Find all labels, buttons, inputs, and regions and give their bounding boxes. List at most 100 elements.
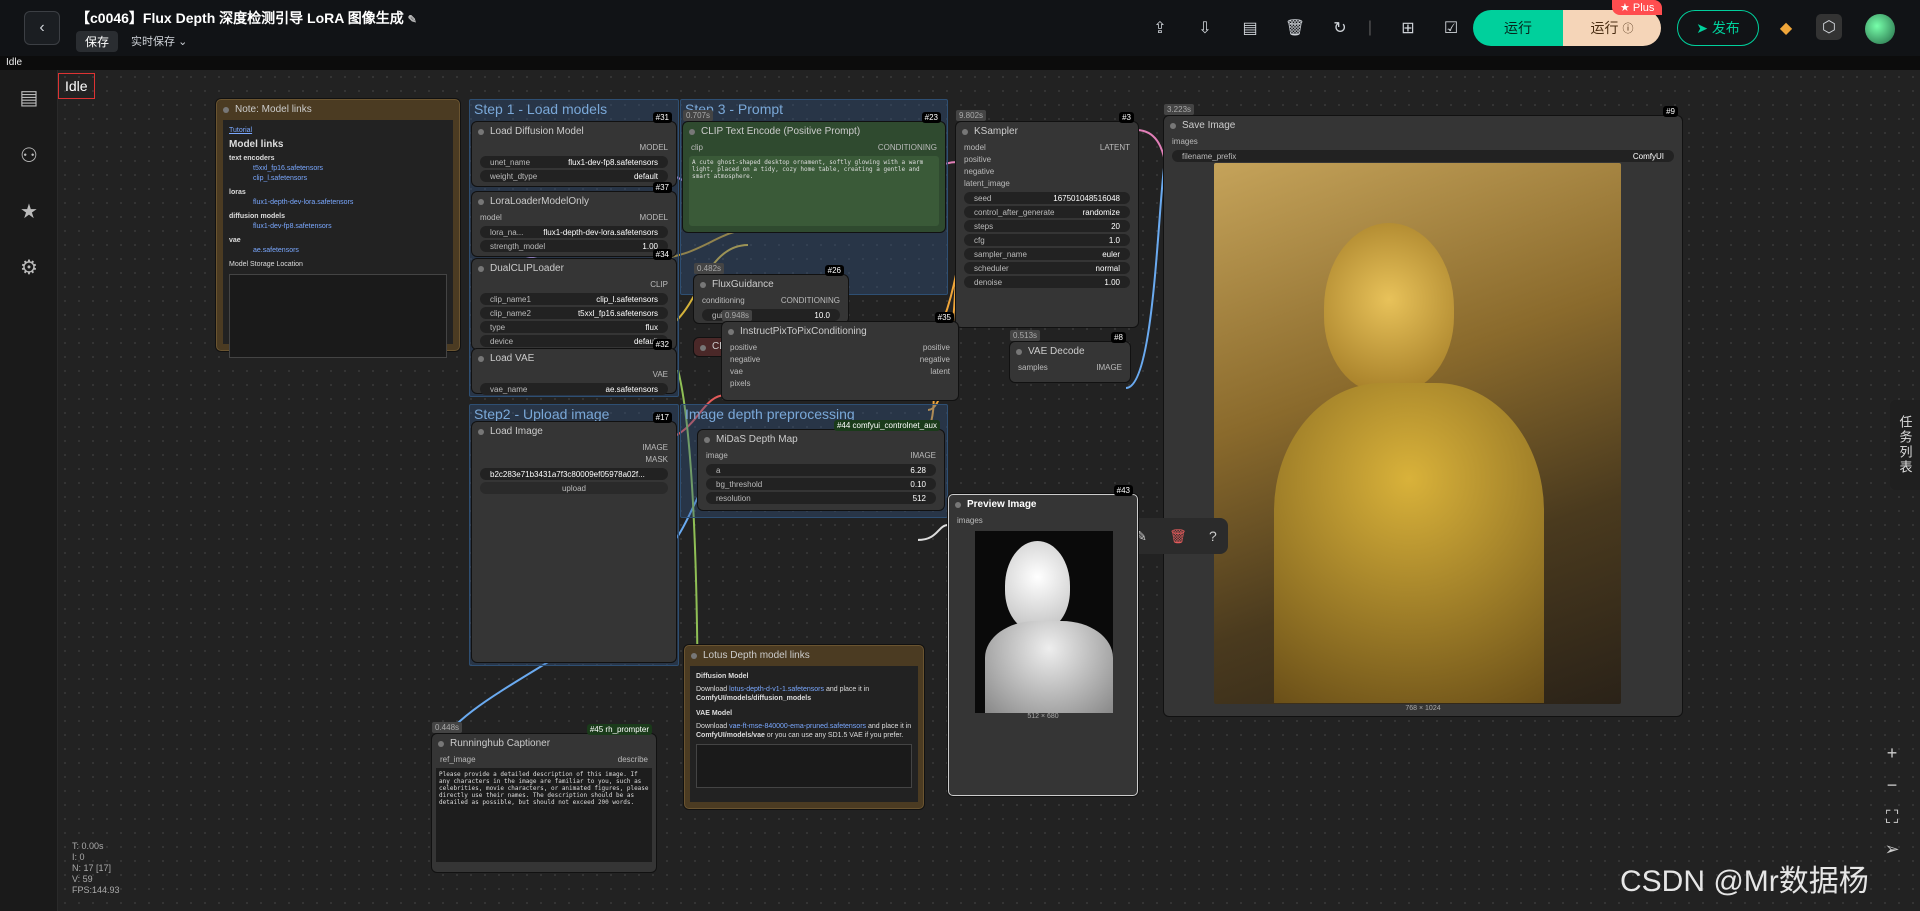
filename-prefix-widget[interactable]: filename_prefix ComfyUI: [1172, 150, 1674, 162]
load-diffusion-model-node[interactable]: #31 Load Diffusion Model MODEL unet_name…: [472, 112, 676, 186]
resolution-widget[interactable]: resolution 512: [706, 492, 936, 504]
run-plus-button[interactable]: 运行 ⓘ: [1563, 10, 1661, 46]
steps-widget[interactable]: steps 20: [964, 220, 1130, 232]
vae-name-widget[interactable]: vae_name ae.safetensors: [480, 383, 668, 395]
input-model[interactable]: model: [480, 212, 502, 224]
output-image[interactable]: IMAGE: [642, 442, 668, 454]
cfg-widget[interactable]: cfg 1.0: [964, 234, 1130, 246]
flux-guidance-node[interactable]: 0.482s #26 FluxGuidance conditioning COND…: [694, 263, 848, 323]
save-image-node[interactable]: 3.223s #9 Save Image images filename_pre…: [1164, 104, 1682, 716]
image-select-widget[interactable]: b2c283e71b3431a7f3c80009ef05978a02f...: [480, 468, 668, 480]
dual-clip-loader-node[interactable]: #34 DualCLIPLoader CLIP clip_name1 clip_l…: [472, 249, 676, 349]
input-conditioning[interactable]: conditioning: [702, 295, 745, 307]
depth-map-image[interactable]: [975, 531, 1113, 713]
ksampler-node[interactable]: 9.802s #3 KSampler model LATENT positive …: [956, 110, 1138, 327]
output-positive[interactable]: positive: [923, 342, 950, 354]
output-latent[interactable]: latent: [930, 366, 950, 378]
output-model[interactable]: MODEL: [640, 142, 668, 154]
output-model[interactable]: MODEL: [640, 212, 668, 224]
output-mask[interactable]: MASK: [645, 454, 668, 466]
grid-icon[interactable]: ⊞: [1398, 18, 1418, 38]
device-widget[interactable]: device default: [480, 335, 668, 347]
instruct-pix2pix-node[interactable]: 0.948s #35 InstructPixToPixConditioning …: [722, 310, 958, 400]
caption-textarea[interactable]: Please provide a detailed description of…: [436, 768, 652, 862]
generated-image[interactable]: [1214, 163, 1621, 704]
publish-button[interactable]: ➤ 发布: [1677, 10, 1759, 46]
lotus-model-link[interactable]: lotus-depth-d-v1-1.safetensors: [729, 686, 824, 693]
lora1-link[interactable]: flux1-depth-dev-lora.safetensors: [229, 198, 447, 208]
input-negative[interactable]: negative: [730, 354, 760, 366]
input-model[interactable]: model: [964, 142, 986, 154]
lotus-depth-note-node[interactable]: Lotus Depth model links Diffusion Model …: [684, 645, 924, 809]
output-image[interactable]: IMAGE: [910, 450, 936, 462]
runninghub-captioner-node[interactable]: 0.448s #45 rh_prompter Runninghub Captio…: [432, 722, 656, 872]
a-widget[interactable]: a 6.28: [706, 464, 936, 476]
bg-threshold-widget[interactable]: bg_threshold 0.10: [706, 478, 936, 490]
prompt-textarea[interactable]: A cute ghost-shaped desktop ornament, so…: [689, 156, 939, 226]
input-samples[interactable]: samples: [1018, 362, 1048, 374]
input-images[interactable]: images: [1172, 136, 1198, 148]
node-canvas[interactable]: Idle Step 1 - Load models Step 3 - Promp…: [58, 70, 1920, 911]
input-image[interactable]: image: [706, 450, 728, 462]
help-icon[interactable]: ?: [1209, 528, 1217, 544]
input-positive[interactable]: positive: [964, 154, 991, 166]
seed-widget[interactable]: seed 167501048516048: [964, 192, 1130, 204]
scheduler-widget[interactable]: scheduler normal: [964, 262, 1130, 274]
document-icon[interactable]: ▤: [17, 86, 41, 110]
back-button[interactable]: ‹: [24, 11, 60, 45]
te1-link[interactable]: t5xxl_fp16.safetensors: [229, 164, 447, 174]
diamond-icon[interactable]: ◆: [1776, 18, 1796, 38]
output-image[interactable]: IMAGE: [1096, 362, 1122, 374]
input-latent-image[interactable]: latent_image: [964, 178, 1010, 190]
input-positive[interactable]: positive: [730, 342, 757, 354]
upload-button[interactable]: upload: [480, 482, 668, 494]
gear-icon[interactable]: ⚙: [17, 256, 41, 280]
edit-title-icon[interactable]: ✎: [408, 14, 417, 26]
lora-name-widget[interactable]: lora_na... flux1-depth-dev-lora.safetenso…: [480, 226, 668, 238]
avatar[interactable]: [1865, 14, 1895, 44]
load-image-node[interactable]: #17 Load Image IMAGE MASK b2c283e71b3431…: [472, 412, 676, 662]
download-icon[interactable]: ⇩: [1195, 18, 1215, 38]
output-negative[interactable]: negative: [920, 354, 950, 366]
upload-icon[interactable]: ⇪: [1150, 18, 1170, 38]
sampler-name-widget[interactable]: sampler_name euler: [964, 248, 1130, 260]
te2-link[interactable]: clip_l.safetensors: [229, 174, 447, 184]
input-images[interactable]: images: [957, 515, 983, 527]
control-after-generate-widget[interactable]: control_after_generate randomize: [964, 206, 1130, 218]
export-icon[interactable]: ▤: [1240, 18, 1260, 38]
run-button[interactable]: 运行: [1473, 10, 1563, 46]
output-conditioning[interactable]: CONDITIONING: [781, 295, 840, 307]
output-conditioning[interactable]: CONDITIONING: [878, 142, 937, 154]
task-list-toggle[interactable]: 任务列表: [1890, 400, 1920, 490]
output-clip[interactable]: CLIP: [650, 279, 668, 291]
output-describe[interactable]: describe: [618, 754, 648, 766]
output-vae[interactable]: VAE: [653, 369, 668, 381]
lora-loader-node[interactable]: #37 LoraLoaderModelOnly model MODEL lora_…: [472, 182, 676, 256]
clip-name1-widget[interactable]: clip_name1 clip_l.safetensors: [480, 293, 668, 305]
vae-model-link[interactable]: vae-ft-mse-840000-ema-pruned.safetensors: [729, 723, 866, 730]
unet-name-widget[interactable]: unet_name flux1-dev-fp8.safetensors: [480, 156, 668, 168]
fit-view-icon[interactable]: ⛶: [1874, 802, 1910, 832]
zoom-out-icon[interactable]: −: [1874, 770, 1910, 800]
input-clip[interactable]: clip: [691, 142, 703, 154]
hierarchy-icon[interactable]: ⚇: [17, 144, 41, 168]
clip-name2-widget[interactable]: clip_name2 t5xxl_fp16.safetensors: [480, 307, 668, 319]
denoise-widget[interactable]: denoise 1.00: [964, 276, 1130, 288]
trash-icon[interactable]: 🗑: [1285, 18, 1305, 38]
zoom-in-icon[interactable]: +: [1874, 738, 1910, 768]
clip-text-encode-positive-node[interactable]: 0.707s #23 CLIP Text Encode (Positive Pr…: [683, 110, 945, 232]
save-button[interactable]: 保存: [76, 31, 119, 52]
input-vae[interactable]: vae: [730, 366, 743, 378]
refresh-icon[interactable]: ↻: [1330, 18, 1350, 38]
tutorial-link[interactable]: Tutorial: [229, 126, 447, 136]
output-latent[interactable]: LATENT: [1100, 142, 1130, 154]
vae-decode-node[interactable]: 0.513s #8 VAE Decode samples IMAGE: [1010, 330, 1130, 382]
checklist-icon[interactable]: ☑: [1441, 18, 1461, 38]
delete-icon[interactable]: 🗑: [1169, 528, 1187, 545]
load-vae-node[interactable]: #32 Load VAE VAE vae_name ae.safetensors: [472, 339, 676, 395]
input-ref-image[interactable]: ref_image: [440, 754, 476, 766]
input-negative[interactable]: negative: [964, 166, 994, 178]
cube-icon[interactable]: ⬡: [1816, 14, 1842, 40]
input-pixels[interactable]: pixels: [730, 378, 750, 390]
locate-icon[interactable]: ➢: [1874, 834, 1910, 864]
